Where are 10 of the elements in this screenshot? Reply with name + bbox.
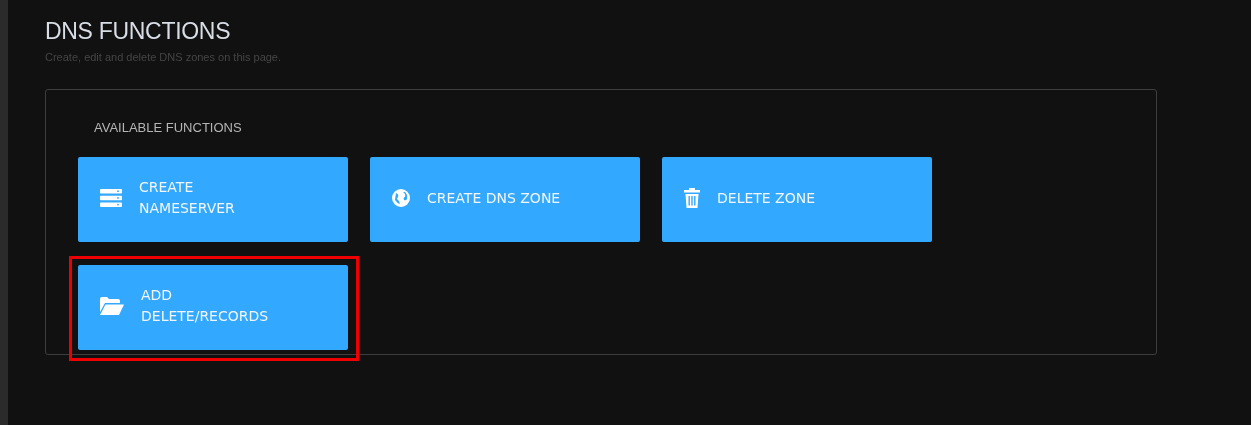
trash-icon	[684, 187, 700, 208]
panel-heading: AVAILABLE FUNCTIONS	[94, 120, 243, 135]
folder-icon	[100, 296, 124, 315]
globe-icon	[392, 188, 410, 207]
server-icon	[100, 188, 122, 207]
function-button[interactable]: CREATE NAMESERVER	[78, 157, 348, 242]
function-button[interactable]: CREATE DNS ZONE	[370, 157, 640, 242]
function-button[interactable]: DELETE ZONE	[662, 157, 932, 242]
page-title: DNS FUNCTIONS	[45, 18, 232, 45]
function-button[interactable]: ADD DELETE/RECORDS	[78, 265, 348, 350]
